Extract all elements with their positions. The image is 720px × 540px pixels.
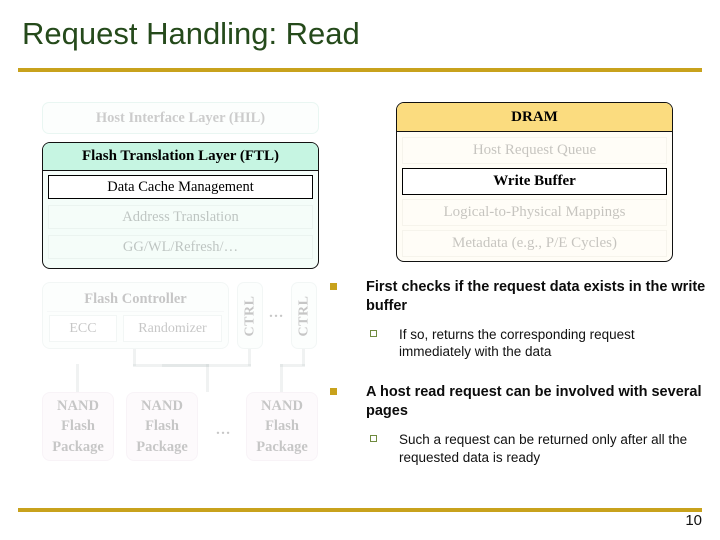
nand-line-2: Flash [145, 418, 179, 435]
page-title: Request Handling: Read [22, 16, 360, 51]
ecc-box: ECC [49, 315, 117, 342]
flash-controller-box: Flash Controller ECC Randomizer [42, 282, 229, 349]
sub-bullet-item-1: If so, returns the corresponding request… [366, 326, 710, 362]
ftl-row-label: Data Cache Management [107, 178, 254, 195]
nand-line-2: Flash [61, 418, 95, 435]
controller-ellipsis: … [268, 305, 284, 321]
dram-box: DRAM Host Request Queue Write Buffer Log… [396, 102, 673, 262]
page-number: 10 [685, 512, 702, 529]
controller-box-2: CTRL [291, 282, 317, 349]
dram-row-host-request-queue: Host Request Queue [402, 137, 667, 164]
sub-bullet-text: If so, returns the corresponding request… [399, 326, 635, 360]
wire-ctrl-horiz-1 [162, 364, 251, 367]
nand-line-1: NAND [261, 397, 303, 414]
nand-flash-package-3: NAND Flash Package [246, 392, 318, 461]
bullet-text: First checks if the request data exists … [366, 279, 706, 315]
nand-flash-package-1: NAND Flash Package [42, 392, 114, 461]
ftl-row-label: GG/WL/Refresh/… [122, 238, 239, 255]
sub-bullet-square-icon [370, 329, 377, 337]
slide: Request Handling: Read Host Interface La… [0, 0, 720, 540]
dram-row-label: Logical-to-Physical Mappings [443, 204, 626, 220]
wire-nand-drop-1 [76, 364, 79, 392]
ftl-row-address-translation: Address Translation [48, 205, 313, 229]
nand-line-3: Package [136, 438, 188, 455]
nand-line-1: NAND [141, 397, 183, 414]
bullet-block-1: First checks if the request data exists … [328, 278, 710, 361]
dram-row-metadata: Metadata (e.g., P/E Cycles) [402, 230, 667, 257]
ftl-row-gg-wl-refresh: GG/WL/Refresh/… [48, 235, 313, 259]
controller-label: CTRL [296, 295, 311, 336]
nand-line-3: Package [52, 438, 104, 455]
flash-controller-header: Flash Controller [47, 287, 224, 312]
dram-row-label: Host Request Queue [472, 142, 597, 158]
bullet-square-icon [330, 388, 337, 396]
wire-ctrl-horiz-2 [280, 364, 305, 367]
bullet-list: First checks if the request data exists … [328, 278, 710, 480]
ftl-box: Flash Translation Layer (FTL) Data Cache… [42, 142, 319, 269]
bullet-block-2: A host read request can be involved with… [328, 383, 710, 466]
sub-bullet-item-2: Such a request can be returned only afte… [366, 431, 710, 467]
dram-row-label: Write Buffer [493, 173, 576, 189]
bullet-square-icon [330, 283, 337, 290]
ftl-row-data-cache-management: Data Cache Management [48, 175, 313, 199]
dram-row-write-buffer: Write Buffer [402, 168, 667, 195]
dram-row-label: Metadata (e.g., P/E Cycles) [452, 235, 617, 251]
dram-header-label: DRAM [511, 108, 558, 125]
nand-line-2: Flash [265, 418, 299, 435]
flash-controller-label: Flash Controller [84, 290, 187, 307]
nand-flash-package-2: NAND Flash Package [126, 392, 198, 461]
ftl-header-label: Flash Translation Layer (FTL) [81, 148, 280, 164]
footer-divider [18, 508, 702, 512]
randomizer-label: Randomizer [138, 320, 207, 336]
ftl-row-label: Address Translation [122, 208, 239, 225]
nand-ellipsis: … [215, 422, 231, 438]
title-divider [18, 68, 702, 72]
dram-header: DRAM [397, 103, 672, 132]
sub-bullet-text: Such a request can be returned only afte… [399, 431, 688, 465]
nand-line-1: NAND [57, 397, 99, 414]
bullet-item-1: First checks if the request data exists … [328, 278, 710, 317]
sub-bullet-square-icon [370, 434, 377, 442]
host-interface-layer-box: Host Interface Layer (HIL) [42, 102, 319, 134]
randomizer-box: Randomizer [123, 315, 222, 342]
ecc-label: ECC [69, 320, 97, 336]
ftl-header: Flash Translation Layer (FTL) [43, 143, 318, 171]
host-interface-layer-label: Host Interface Layer (HIL) [95, 109, 266, 126]
wire-nand-drop-3 [280, 364, 283, 392]
wire-nand-drop-2 [206, 364, 209, 392]
bullet-item-2: A host read request can be involved with… [328, 383, 710, 422]
bullet-text: A host read request can be involved with… [366, 384, 702, 420]
controller-box-1: CTRL [237, 282, 263, 349]
dram-row-logical-to-physical-mappings: Logical-to-Physical Mappings [402, 199, 667, 226]
nand-line-3: Package [256, 438, 308, 455]
controller-label: CTRL [242, 295, 257, 336]
